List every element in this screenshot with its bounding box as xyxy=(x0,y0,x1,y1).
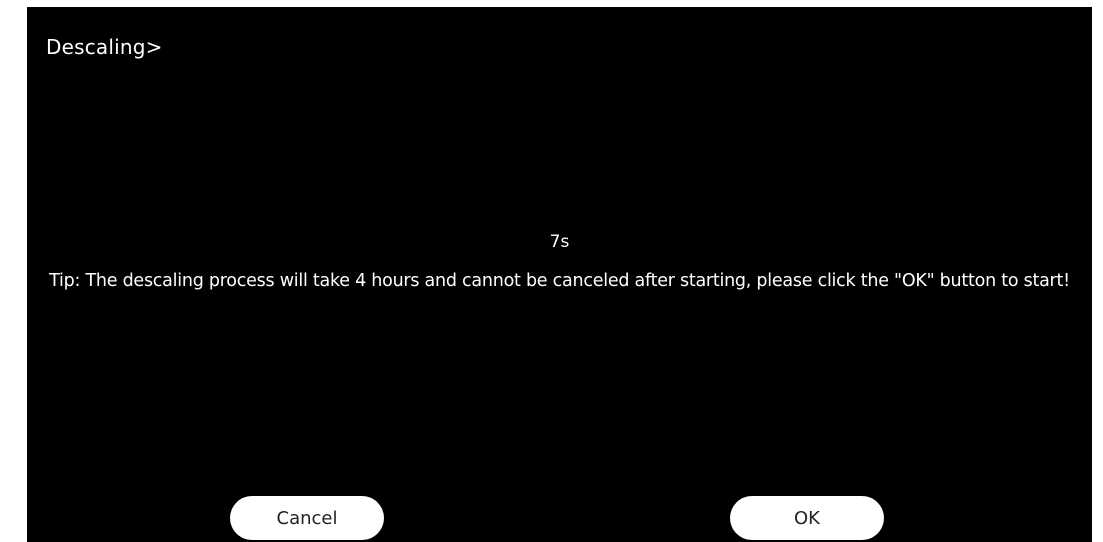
countdown-timer: 7s xyxy=(549,232,570,252)
device-screen: Descaling> 7s Tip: The descaling process… xyxy=(27,7,1092,542)
page-title[interactable]: Descaling> xyxy=(46,35,163,59)
tip-message: Tip: The descaling process will take 4 h… xyxy=(49,271,1070,291)
cancel-button[interactable]: Cancel xyxy=(230,496,384,540)
ok-button[interactable]: OK xyxy=(730,496,884,540)
